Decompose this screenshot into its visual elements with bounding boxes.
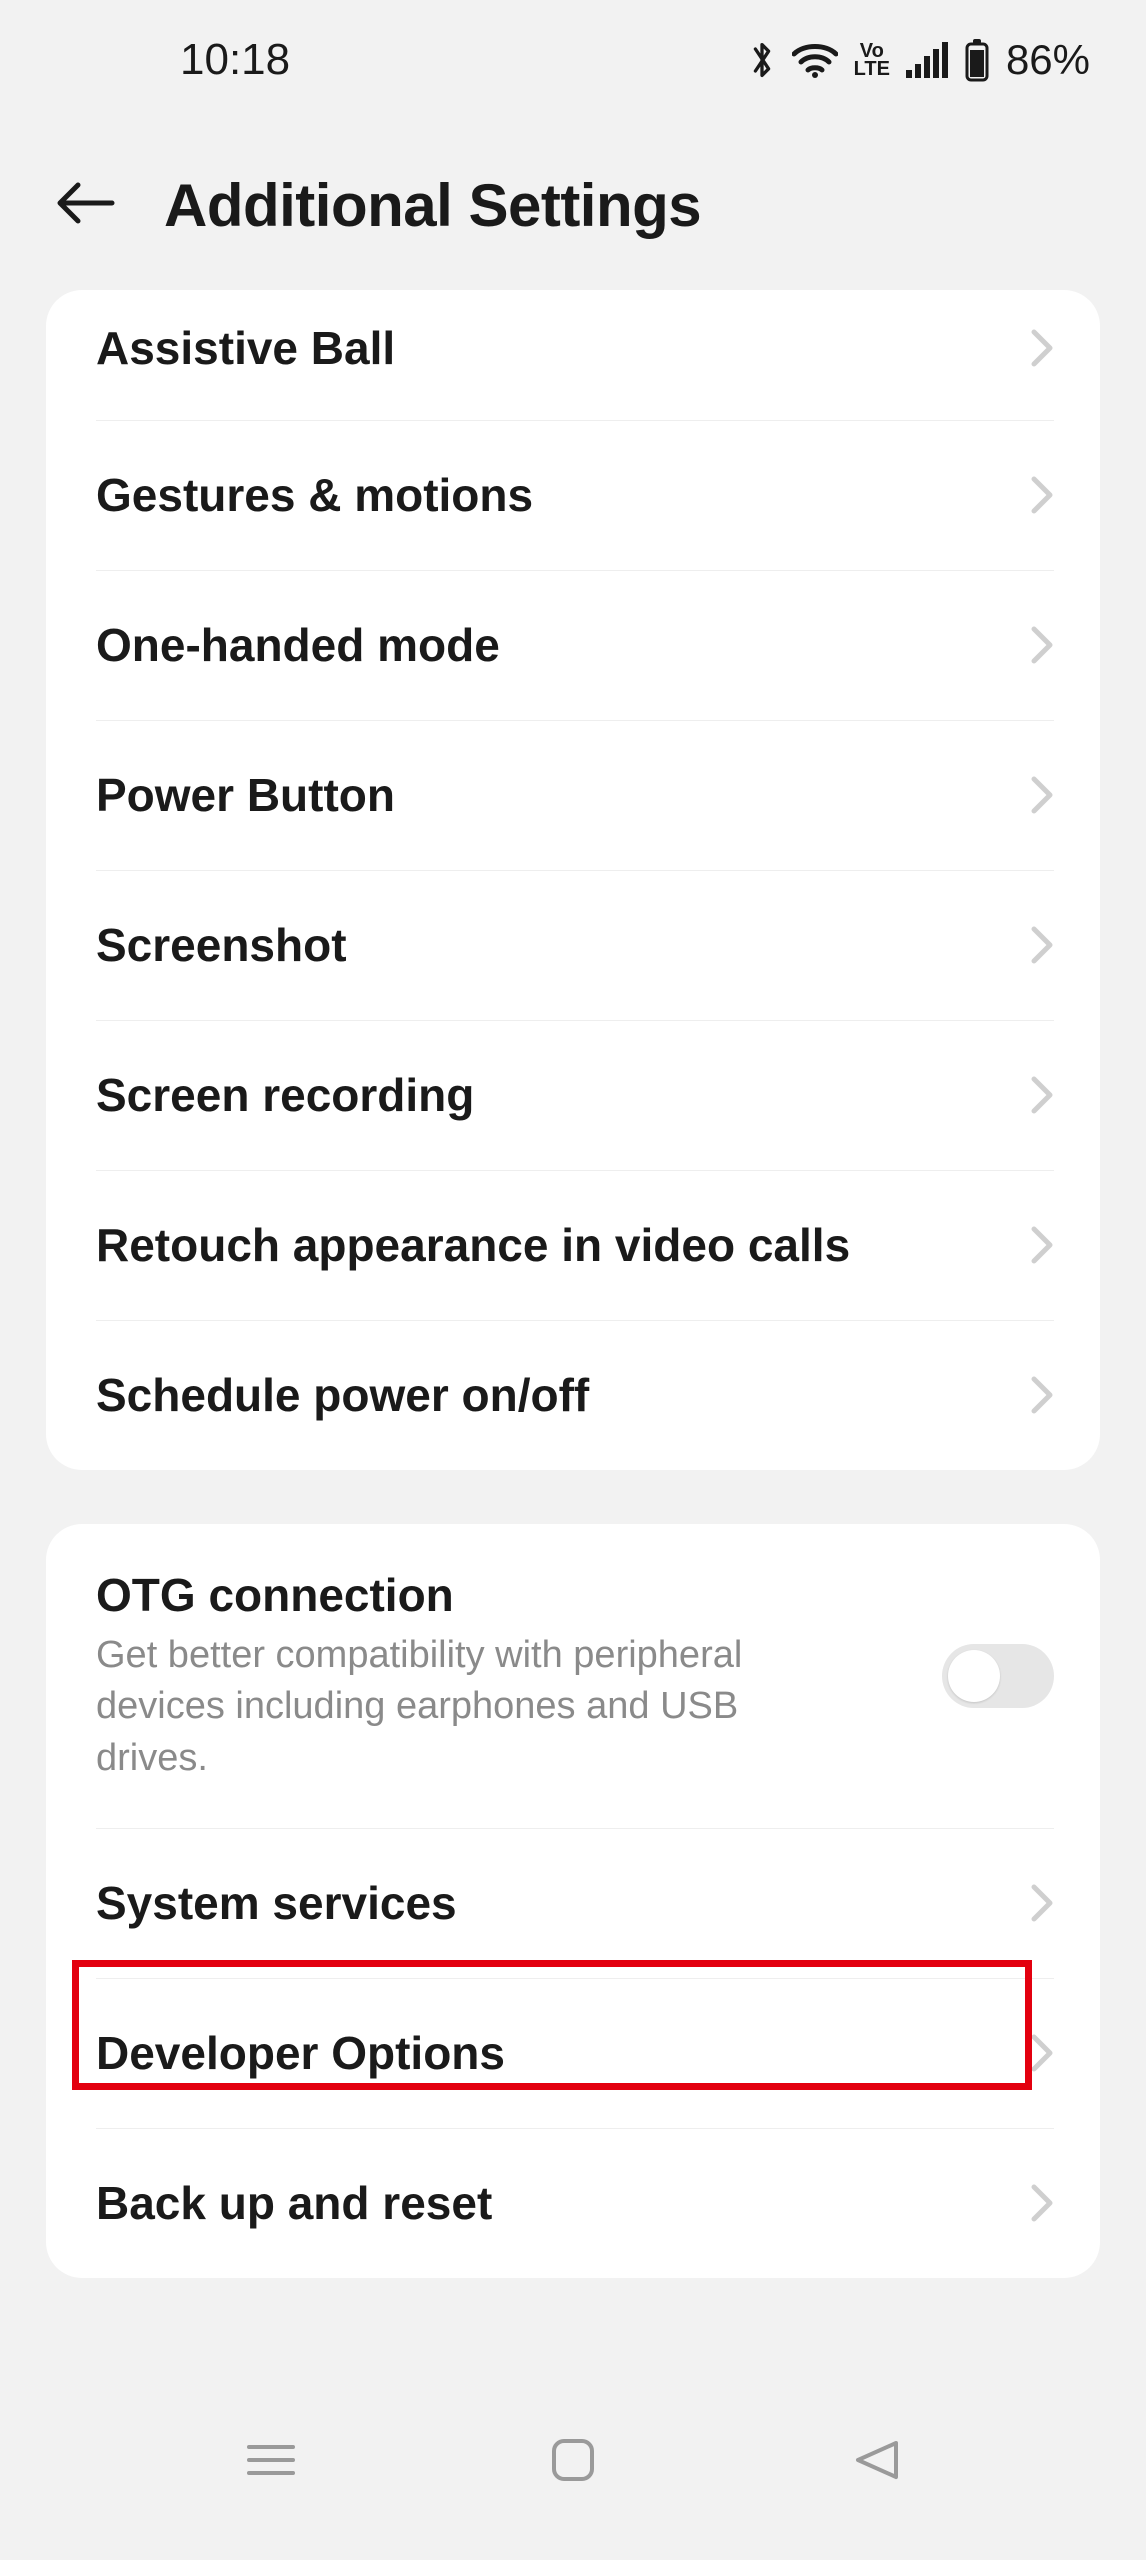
toggle-knob bbox=[948, 1650, 1000, 1702]
chevron-right-icon bbox=[1030, 625, 1054, 665]
row-label: Screenshot bbox=[96, 918, 1010, 972]
row-label: System services bbox=[96, 1876, 1010, 1930]
page-title: Additional Settings bbox=[164, 171, 701, 240]
row-label: One-handed mode bbox=[96, 618, 1010, 672]
nav-recent-button[interactable] bbox=[242, 2431, 300, 2489]
chevron-right-icon bbox=[1030, 775, 1054, 815]
bluetooth-icon bbox=[748, 38, 776, 82]
nav-home-button[interactable] bbox=[544, 2431, 602, 2489]
row-label: Assistive Ball bbox=[96, 321, 1010, 375]
row-power-button[interactable]: Power Button bbox=[46, 720, 1100, 870]
chevron-right-icon bbox=[1030, 2033, 1054, 2073]
chevron-right-icon bbox=[1030, 1883, 1054, 1923]
battery-icon bbox=[964, 38, 990, 82]
row-label: Schedule power on/off bbox=[96, 1368, 1010, 1422]
battery-percent: 86% bbox=[1006, 36, 1090, 84]
row-developer-options[interactable]: Developer Options bbox=[46, 1978, 1100, 2128]
row-system-services[interactable]: System services bbox=[46, 1828, 1100, 1978]
chevron-right-icon bbox=[1030, 1225, 1054, 1265]
chevron-right-icon bbox=[1030, 2183, 1054, 2223]
row-retouch-video-calls[interactable]: Retouch appearance in video calls bbox=[46, 1170, 1100, 1320]
chevron-right-icon bbox=[1030, 925, 1054, 965]
chevron-right-icon bbox=[1030, 1075, 1054, 1115]
chevron-right-icon bbox=[1030, 1375, 1054, 1415]
settings-section-system: OTG connection Get better compatibility … bbox=[46, 1524, 1100, 2278]
row-label: Back up and reset bbox=[96, 2176, 1010, 2230]
status-bar: 10:18 VoLTE bbox=[0, 0, 1146, 120]
page-header: Additional Settings bbox=[0, 120, 1146, 290]
chevron-right-icon bbox=[1030, 475, 1054, 515]
row-one-handed-mode[interactable]: One-handed mode bbox=[46, 570, 1100, 720]
row-gestures-motions[interactable]: Gestures & motions bbox=[46, 420, 1100, 570]
wifi-icon bbox=[792, 42, 838, 78]
row-back-up-reset[interactable]: Back up and reset bbox=[46, 2128, 1100, 2278]
row-label: Gestures & motions bbox=[96, 468, 1010, 522]
row-label: Screen recording bbox=[96, 1068, 1010, 1122]
nav-back-button[interactable] bbox=[846, 2431, 904, 2489]
row-label: OTG connection bbox=[96, 1568, 922, 1622]
status-time: 10:18 bbox=[180, 35, 290, 85]
row-label: Power Button bbox=[96, 768, 1010, 822]
settings-section-actions: Assistive Ball Gestures & motions One-ha… bbox=[46, 290, 1100, 1470]
row-label: Developer Options bbox=[96, 2026, 1010, 2080]
navigation-bar bbox=[0, 2380, 1146, 2560]
row-otg-connection[interactable]: OTG connection Get better compatibility … bbox=[46, 1524, 1100, 1828]
row-schedule-power[interactable]: Schedule power on/off bbox=[46, 1320, 1100, 1470]
row-sublabel: Get better compatibility with peripheral… bbox=[96, 1630, 796, 1784]
otg-toggle[interactable] bbox=[942, 1644, 1054, 1708]
volte-icon: VoLTE bbox=[854, 42, 890, 78]
row-screen-recording[interactable]: Screen recording bbox=[46, 1020, 1100, 1170]
row-assistive-ball[interactable]: Assistive Ball bbox=[46, 290, 1100, 420]
chevron-right-icon bbox=[1030, 328, 1054, 368]
status-right: VoLTE 86% bbox=[748, 36, 1090, 84]
row-screenshot[interactable]: Screenshot bbox=[46, 870, 1100, 1020]
signal-icon bbox=[906, 42, 948, 78]
back-button[interactable] bbox=[54, 179, 116, 232]
row-label: Retouch appearance in video calls bbox=[96, 1218, 1010, 1272]
